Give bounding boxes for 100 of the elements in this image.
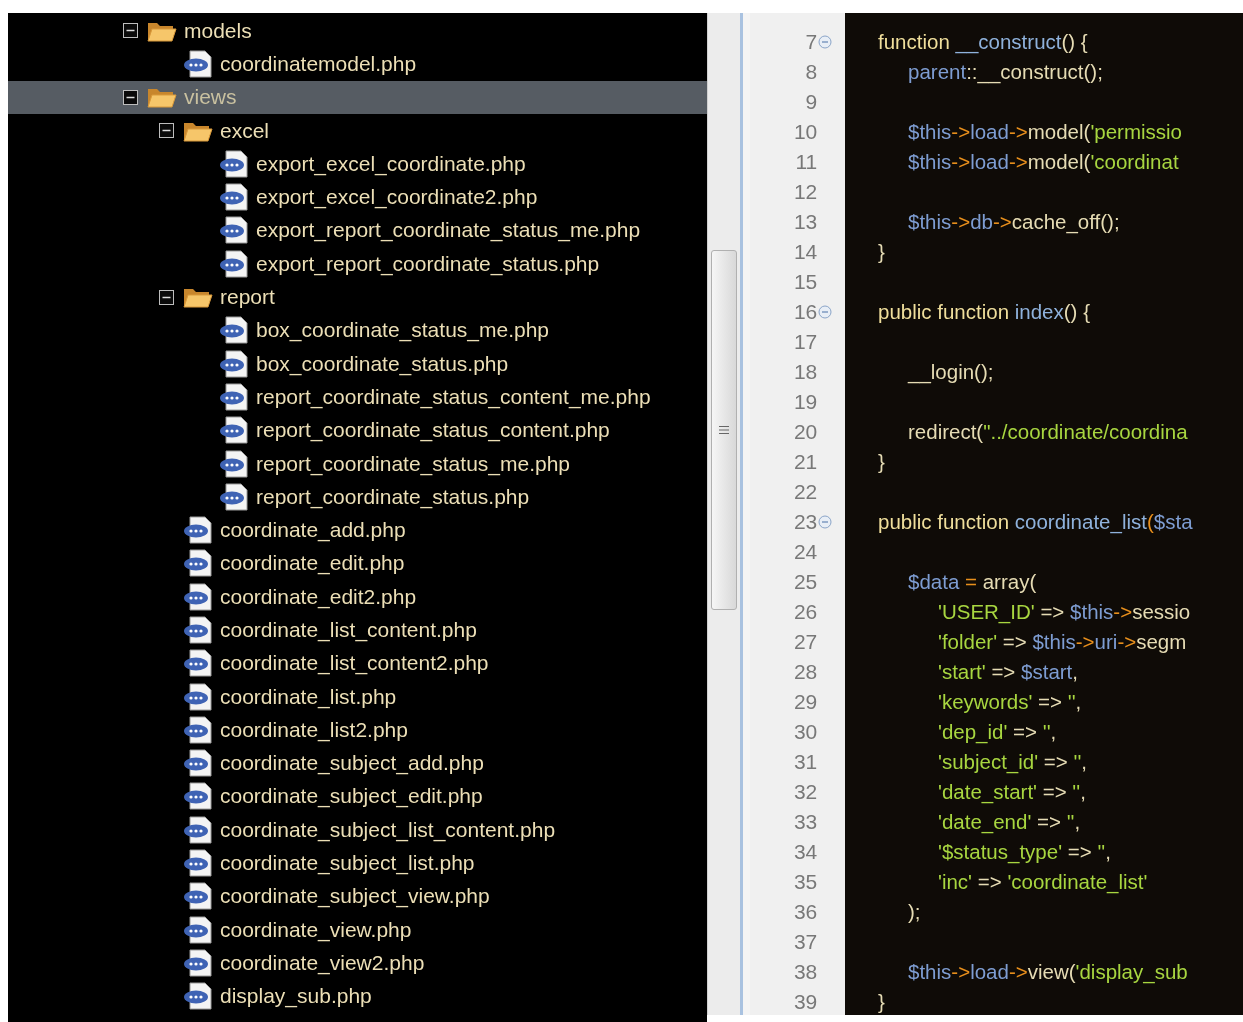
line-number: 9 (804, 90, 818, 114)
tree-item[interactable]: export_report_coordinate_status_me.php (8, 213, 707, 248)
tree-item[interactable]: box_coordinate_status.php (8, 346, 707, 381)
line-number: 19 (792, 390, 818, 414)
php-file-icon (183, 815, 213, 844)
collapse-icon[interactable] (159, 289, 174, 305)
php-file-icon (183, 682, 213, 711)
tree-item[interactable]: coordinate_subject_view.php (8, 879, 707, 913)
tree-item[interactable]: coordinate_edit.php (8, 546, 707, 581)
tree-item[interactable]: export_excel_coordinate2.php (8, 180, 707, 214)
tree-item[interactable]: coordinate_list_content.php (8, 613, 707, 647)
tree-item[interactable]: coordinate_view.php (8, 913, 707, 947)
tree-item[interactable]: coordinate_subject_edit.php (8, 779, 707, 814)
tree-item[interactable]: report_coordinate_status_content.php (8, 413, 707, 447)
code-line: '$status_type' => '', (937, 840, 1111, 863)
tree-item[interactable]: coordinate_list2.php (8, 713, 707, 747)
php-file-icon (183, 948, 213, 977)
php-file-icon (219, 249, 249, 278)
tree-item[interactable]: export_report_coordinate_status.php (8, 247, 707, 281)
tree-item[interactable]: report (8, 280, 707, 314)
line-number: 36 (792, 900, 818, 924)
tree-item[interactable]: coordinate_subject_list_content.php (8, 813, 707, 847)
line-number: 15 (792, 270, 818, 294)
tree-item[interactable]: coordinate_edit2.php (8, 580, 707, 614)
code-line: $this->load->view('display_sub (907, 960, 1188, 983)
line-number: 18 (792, 360, 818, 384)
code-line: } (878, 990, 885, 1013)
splitter-bar[interactable] (740, 13, 750, 1015)
php-file-icon (183, 549, 213, 578)
folder-icon (147, 86, 177, 109)
scrollbar-thumb[interactable] (711, 250, 737, 610)
line-number: 17 (792, 330, 818, 354)
code-line: __login(); (906, 360, 994, 383)
tree-item[interactable]: models (8, 14, 707, 48)
code-line: $this->db->cache_off(); (907, 210, 1120, 233)
tree-item[interactable]: coordinate_add.php (8, 513, 707, 547)
php-file-icon (183, 516, 213, 545)
collapse-icon[interactable] (159, 123, 174, 139)
php-file-icon (219, 183, 249, 212)
line-number: 26 (792, 600, 818, 624)
line-number: 38 (792, 960, 818, 984)
php-file-icon (219, 216, 249, 245)
php-file-icon (219, 449, 249, 478)
tree-item[interactable]: display_sub.php (8, 979, 707, 1013)
fold-icon[interactable] (818, 35, 833, 49)
php-file-icon (183, 982, 213, 1011)
tree-item[interactable]: coordinate_subject_add.php (8, 746, 707, 780)
php-file-icon (219, 149, 249, 178)
line-number: 32 (792, 780, 818, 804)
php-file-icon (219, 316, 249, 345)
php-file-icon (219, 416, 249, 445)
tree-item[interactable]: excel (8, 113, 707, 148)
line-number: 11 (794, 150, 818, 174)
line-number: 24 (792, 540, 818, 564)
tree-item[interactable]: report_coordinate_status.php (8, 480, 707, 514)
tree-item[interactable]: views (8, 80, 707, 114)
tree-item[interactable]: coordinate_view2.php (8, 946, 707, 980)
fold-icon[interactable] (818, 515, 833, 529)
line-number: 25 (792, 570, 818, 594)
tree-item[interactable]: coordinate_subject_list.php (8, 846, 707, 880)
php-file-icon (183, 882, 213, 911)
php-file-icon (183, 715, 213, 744)
line-number: 37 (792, 930, 818, 954)
tree-item[interactable]: report_coordinate_status_content_me.php (8, 380, 707, 414)
tree-item[interactable]: report_coordinate_status_me.php (8, 446, 707, 481)
tree-item[interactable]: coordinate_list_content2.php (8, 646, 707, 680)
folder-icon (183, 286, 213, 308)
line-number: 20 (792, 420, 818, 444)
collapse-icon[interactable] (123, 89, 138, 105)
collapse-icon[interactable] (123, 23, 138, 39)
tree-item[interactable]: export_excel_coordinate.php (8, 147, 707, 181)
code-line: $this->load->model('coordinat (907, 150, 1179, 173)
code-line: $data = array( (907, 570, 1037, 593)
php-file-icon (219, 382, 249, 411)
code-line: 'USER_ID' => $this->sessio (937, 600, 1191, 623)
line-number: 12 (792, 180, 818, 204)
php-file-icon (183, 616, 213, 644)
line-number: 22 (792, 480, 818, 504)
scrollbar[interactable] (707, 13, 740, 1015)
tree-item[interactable]: coordinatemodel.php (8, 47, 707, 81)
code-line: } (878, 450, 885, 473)
code-line: ); (907, 900, 921, 923)
tree-item[interactable]: coordinate_list.php (8, 679, 707, 714)
line-number: 10 (792, 120, 818, 144)
fold-icon[interactable] (818, 305, 833, 319)
line-number: 27 (792, 630, 818, 654)
line-number: 28 (792, 660, 818, 684)
line-number: 33 (792, 810, 818, 834)
php-file-icon (219, 482, 249, 511)
code-line: parent::__construct(); (907, 60, 1103, 83)
code-line: 'dep_id' => '', (937, 720, 1057, 743)
code-line: public function index() { (878, 300, 1090, 323)
tree-item[interactable]: box_coordinate_status_me.php (8, 313, 707, 347)
code-line: 'date_end' => '', (937, 810, 1081, 833)
code-line: 'inc' => 'coordinate_list' (937, 870, 1148, 893)
code-line: 'start' => $start, (937, 660, 1079, 683)
php-file-icon (183, 749, 213, 778)
line-number: 14 (792, 240, 818, 264)
line-number: 13 (792, 210, 818, 234)
php-file-icon (183, 782, 213, 811)
